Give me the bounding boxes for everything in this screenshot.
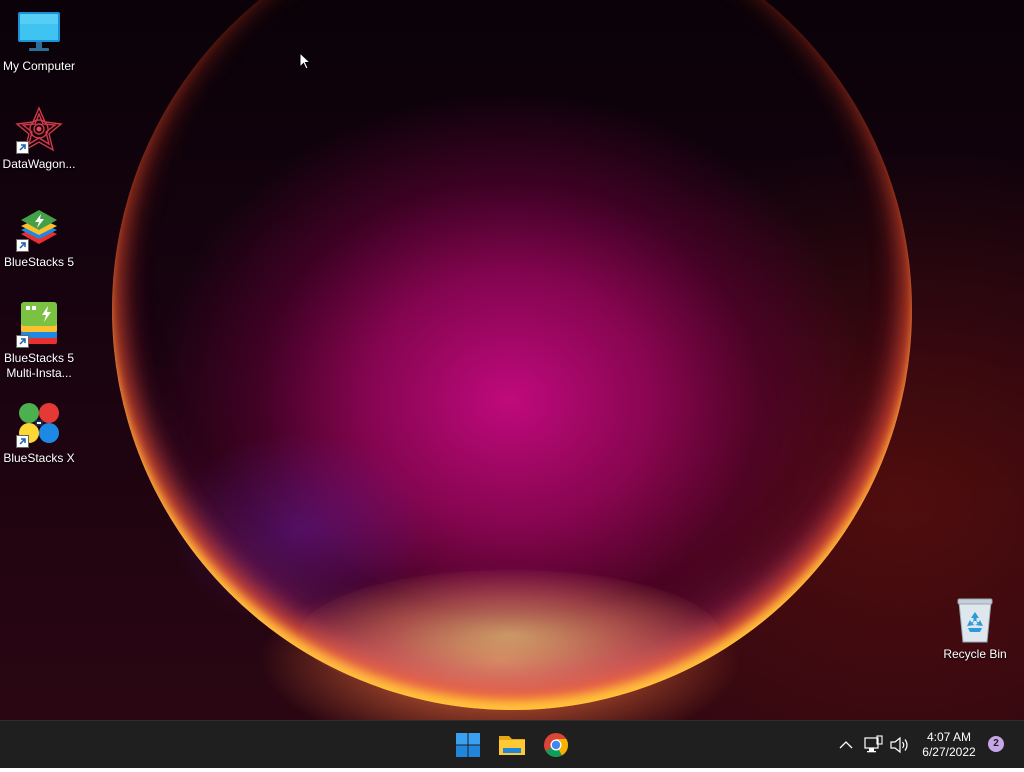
volume-button[interactable] xyxy=(888,721,910,769)
desktop-icon-datawagon[interactable]: DataWagon... xyxy=(0,106,78,172)
windows-logo-icon xyxy=(456,733,480,757)
desktop-icon-bluestacks-5[interactable]: BlueStacks 5 xyxy=(0,204,78,270)
icon-label: DataWagon... xyxy=(2,157,76,171)
icon-label: BlueStacks X xyxy=(3,451,75,465)
icon-label-line-1: BlueStacks 5 xyxy=(3,351,75,365)
shortcut-arrow-icon xyxy=(16,435,29,448)
icon-label-line-2: Multi-Insta... xyxy=(6,366,72,380)
taskbar: 4:07 AM 6/27/2022 xyxy=(0,720,1024,768)
mouse-cursor-icon xyxy=(299,51,312,70)
datawagon-icon xyxy=(15,106,63,154)
shortcut-arrow-icon xyxy=(16,335,29,348)
wallpaper-glow xyxy=(300,570,720,700)
desktop-icon-my-computer[interactable]: My Computer xyxy=(0,8,78,74)
bluestacks-x-icon xyxy=(15,400,63,448)
notification-badge[interactable]: 2 xyxy=(988,736,1004,752)
bluestacks-icon xyxy=(15,204,63,252)
desktop-icon-recycle-bin[interactable]: Recycle Bin xyxy=(936,596,1014,662)
speaker-icon xyxy=(890,736,908,754)
shortcut-arrow-icon xyxy=(16,141,29,154)
desktop[interactable]: My Computer DataWagon... BlueStacks 5 Bl… xyxy=(0,0,1024,720)
chevron-up-icon xyxy=(839,741,853,749)
desktop-icon-bluestacks-x[interactable]: BlueStacks X xyxy=(0,400,78,466)
clock-date: 6/27/2022 xyxy=(922,745,976,759)
tray-overflow-button[interactable] xyxy=(836,721,856,769)
bluestacks-multi-icon xyxy=(15,300,63,348)
network-status-button[interactable] xyxy=(862,721,884,769)
icon-label: Recycle Bin xyxy=(943,647,1007,661)
icon-label: BlueStacks 5 xyxy=(3,255,75,269)
chrome-button[interactable] xyxy=(538,727,574,763)
start-button[interactable] xyxy=(450,727,486,763)
shortcut-arrow-icon xyxy=(16,239,29,252)
network-icon xyxy=(864,735,883,753)
folder-icon xyxy=(499,736,525,755)
chrome-icon xyxy=(544,733,568,758)
icon-label: My Computer xyxy=(2,59,76,73)
desktop-icon-bluestacks-multi-instance[interactable]: BlueStacks 5 Multi-Insta... xyxy=(0,300,78,381)
recycle-bin-icon xyxy=(951,596,999,644)
file-explorer-button[interactable] xyxy=(494,727,530,763)
clock[interactable]: 4:07 AM 6/27/2022 xyxy=(914,730,984,760)
clock-time: 4:07 AM xyxy=(926,730,972,744)
monitor-icon xyxy=(15,8,63,56)
